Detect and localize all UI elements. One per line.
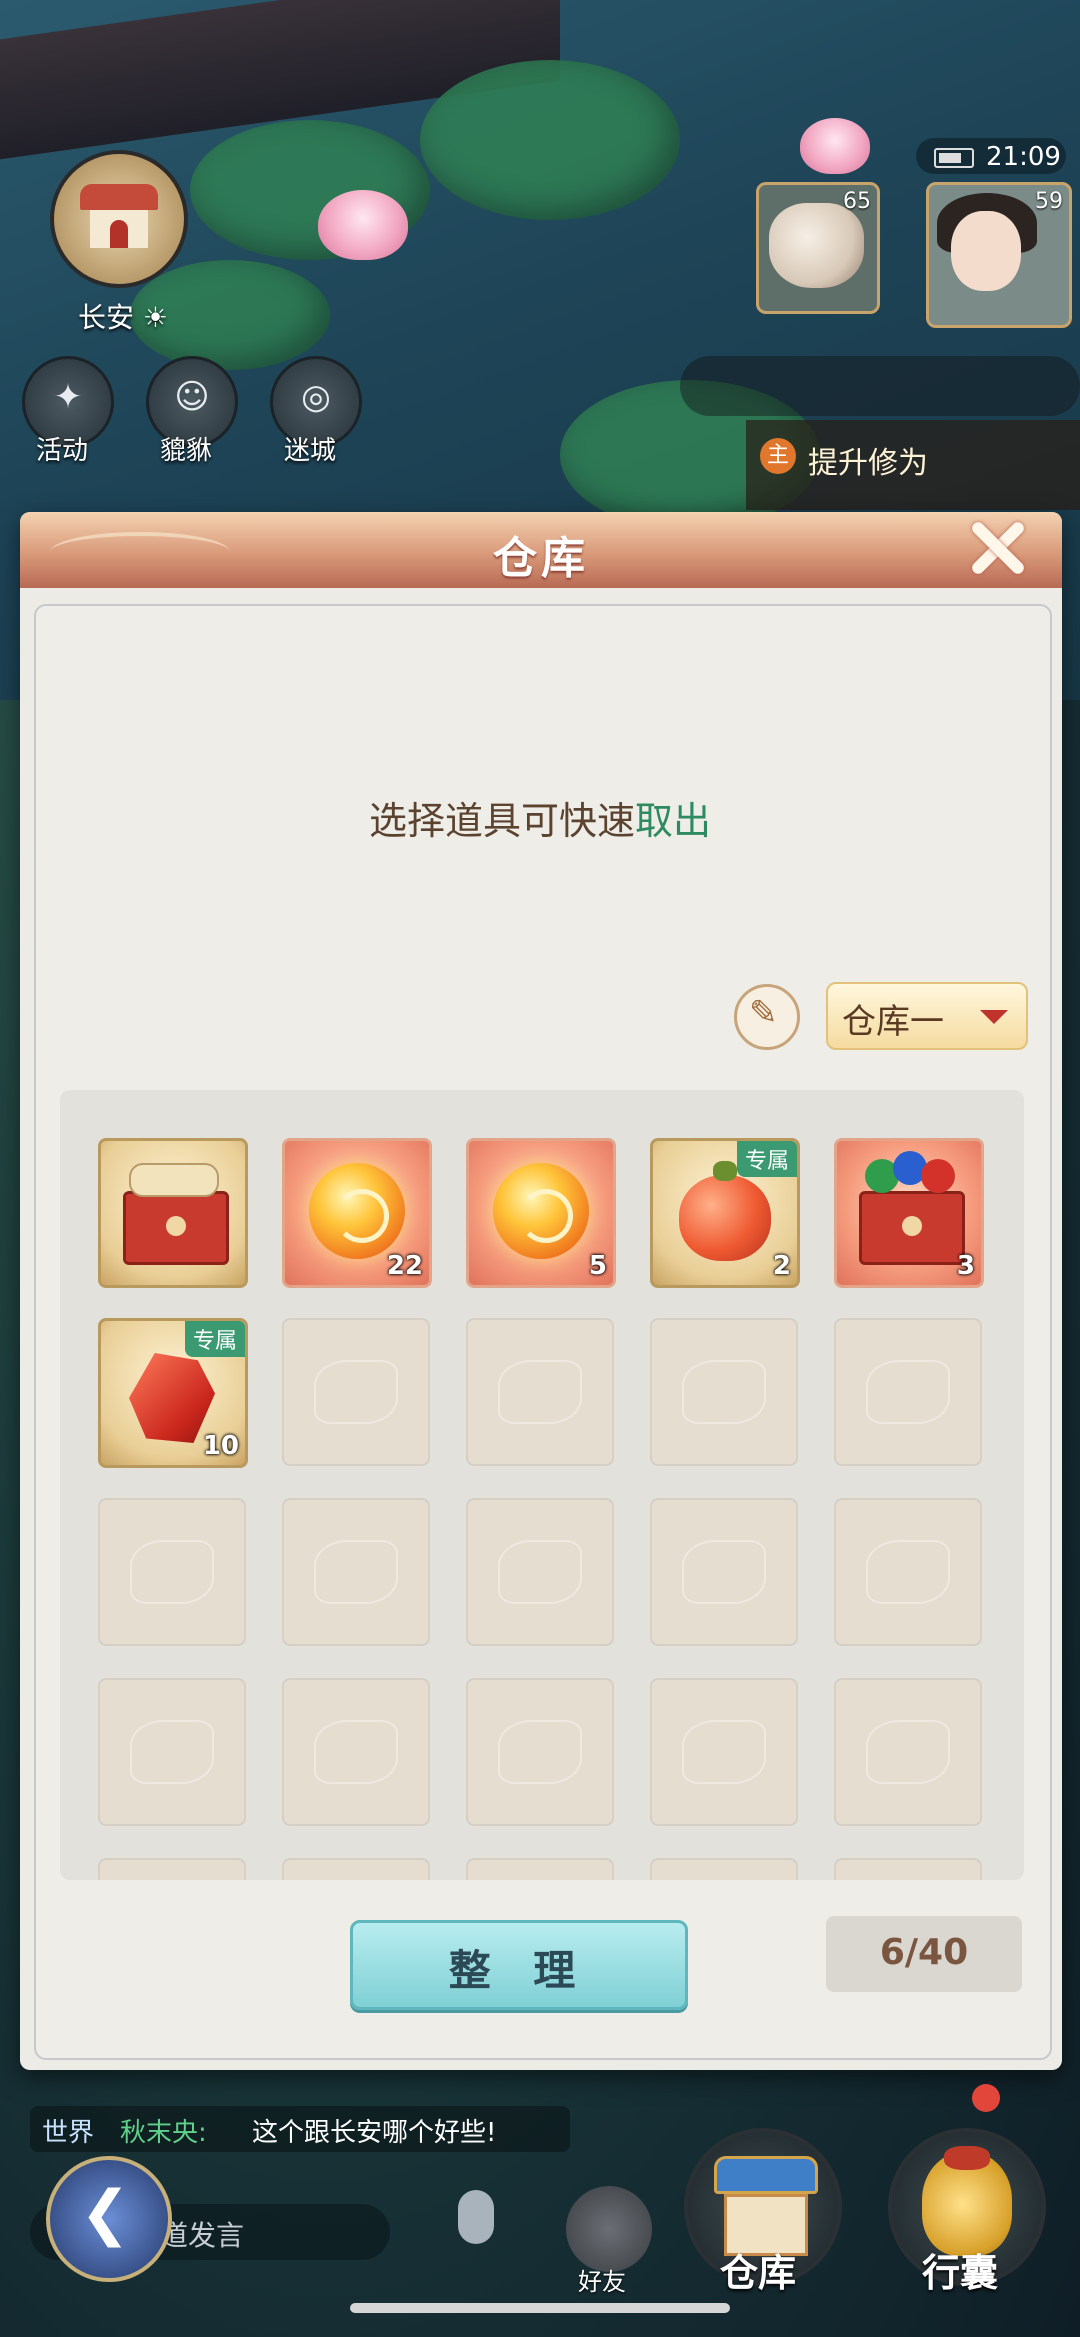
activity-label: 活动 [36,436,89,466]
empty-slot[interactable] [834,1318,982,1466]
city-house-icon [80,184,158,248]
microphone-icon [458,2190,494,2244]
clock: 21:09 [986,142,1061,172]
pixiu-icon: ☺ [174,377,210,417]
empty-slot[interactable] [98,1858,246,1880]
warehouse-nav-label: 仓库 [720,2251,797,2295]
lotus-flower [800,118,870,174]
bag-label: 行囊 [922,2251,999,2295]
empty-slot[interactable] [466,1678,614,1826]
item-slot[interactable]: 3 [834,1138,984,1288]
chat-message[interactable]: 世界 秋末央: 这个跟长安哪个好些! [30,2106,570,2152]
empty-slot[interactable] [98,1498,246,1646]
empty-slot[interactable] [282,1678,430,1826]
pet-level: 65 [843,189,871,214]
empty-slot[interactable] [466,1858,614,1880]
red-crystal-icon [129,1353,215,1443]
battery-icon [934,148,974,168]
city-name: 长安 ☀ [78,301,169,334]
lotus-leaf [420,60,680,220]
quest-title: 提升修为 [808,446,928,481]
empty-slot[interactable] [98,1678,246,1826]
hint-text: 选择道具可快速取出 [368,799,712,843]
arrow-left-icon: ❮ [80,2178,131,2248]
bag-icon [922,2146,1012,2256]
red-fruit-icon [679,1161,771,1261]
item-slot[interactable]: 5 [466,1138,616,1288]
empty-slot[interactable] [834,1498,982,1646]
pet-portrait[interactable]: 65 [756,182,880,314]
item-count: 10 [202,1431,239,1461]
sort-button-label: 整 理 [448,1946,590,1995]
home-indicator [350,2303,730,2313]
fire-orb-icon [493,1163,589,1259]
item-count: 2 [772,1251,791,1281]
hero-portrait[interactable]: 59 [926,182,1072,328]
empty-slot[interactable] [650,1678,798,1826]
empty-slot[interactable] [834,1678,982,1826]
status-bar: 21:09 [916,138,1066,174]
empty-slot[interactable] [282,1498,430,1646]
panel-title: 仓库 [493,533,589,584]
main-quest-badge: 主 [760,438,796,474]
gem-chest-icon [859,1191,965,1265]
chat-channel: 世界 [42,2118,95,2148]
empty-slot[interactable] [650,1498,798,1646]
quest-toolbar[interactable] [680,356,1080,416]
empty-slot[interactable] [282,1858,430,1880]
fire-orb-icon [309,1163,405,1259]
hero-level: 59 [1035,189,1063,214]
caret-down-icon [980,1010,1008,1024]
friends-label: 好友 [578,2268,626,2296]
item-count: 22 [386,1251,423,1281]
item-count: 5 [588,1251,607,1281]
pet-avatar [769,203,864,288]
gift-icon: ✦ [53,377,83,417]
back-button[interactable]: ❮ [46,2156,172,2282]
warehouse-selector[interactable]: 仓库一 [826,982,1028,1050]
item-count: 3 [956,1251,975,1281]
item-slot[interactable]: 专属 10 [98,1318,248,1468]
item-slot[interactable]: 专属 2 [650,1138,800,1288]
notification-dot [972,2084,1000,2112]
capacity-value: 6/40 [879,1932,969,1973]
pixiu-label: 貔貅 [160,436,213,466]
speak-placeholder: 道发言 [160,2219,245,2252]
sun-icon: ☀ [134,301,169,334]
sort-button[interactable]: 整 理 [350,1920,688,2010]
voice-button[interactable] [444,2190,508,2274]
hint-action: 取出 [635,799,712,843]
city-map-button[interactable] [50,150,188,288]
item-slot[interactable]: 22 [282,1138,432,1288]
panel-header: 仓库 [20,512,1062,588]
empty-slot[interactable] [650,1318,798,1466]
brush-icon: ✎ [749,993,778,1033]
maze-icon: ◎ [301,377,331,417]
friends-button[interactable] [566,2186,652,2272]
scroll-chest-icon [123,1191,229,1265]
empty-slot[interactable] [466,1498,614,1646]
chat-user: 秋末央: [120,2118,207,2148]
empty-slot[interactable] [650,1858,798,1880]
lotus-flower [318,190,408,260]
empty-slot[interactable] [282,1318,430,1466]
chat-text: 这个跟长安哪个好些! [252,2118,497,2148]
exclusive-tag: 专属 [184,1321,245,1357]
maze-city-label: 迷城 [284,436,337,466]
quest-tracker[interactable]: 主 提升修为 [746,420,1080,510]
close-button[interactable] [962,512,1032,582]
exclusive-tag: 专属 [736,1141,797,1177]
item-grid: 22 5 专属 2 3 专属 10 [60,1090,1024,1880]
warehouse-selector-value: 仓库一 [842,1002,944,1042]
capacity-counter: 6/40 [826,1916,1022,1992]
warehouse-icon [714,2156,818,2256]
brush-button[interactable]: ✎ [734,984,800,1050]
item-slot[interactable] [98,1138,248,1288]
empty-slot[interactable] [466,1318,614,1466]
empty-slot[interactable] [834,1858,982,1880]
